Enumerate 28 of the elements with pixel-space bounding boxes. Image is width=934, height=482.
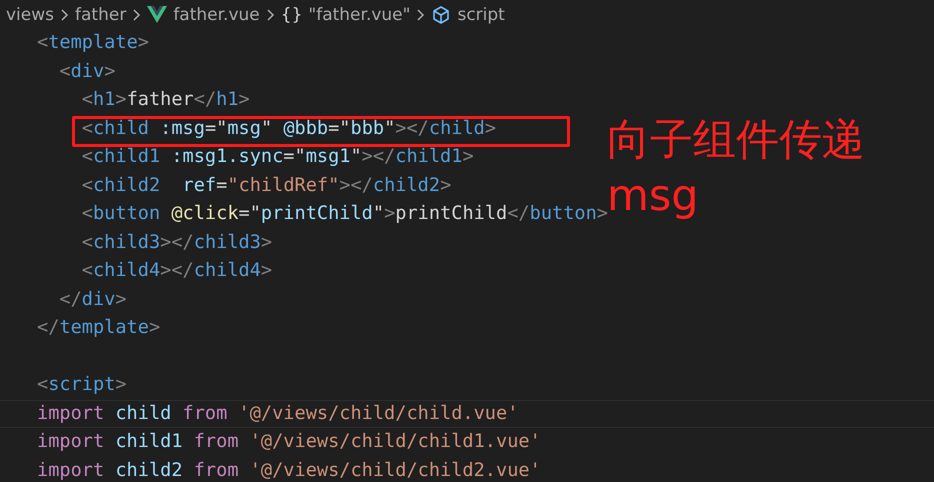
code-line: <button @click="printChild">printChild</button> (80, 203, 608, 224)
breadcrumb-item[interactable]: father.vue (173, 4, 260, 24)
code-line: <child2 ref="childRef"></child2> (80, 174, 452, 196)
code-line: import child from '@/views/child/child.vue' (37, 402, 518, 424)
code-line: import child1 from '@/views/child/child1.vue' (37, 431, 541, 452)
braces-icon: {} (280, 4, 302, 24)
code-line: <h1>father</h1> (80, 89, 250, 110)
breadcrumb-item[interactable]: views (6, 4, 54, 24)
code-line: <child4></child4> (80, 260, 272, 281)
code-line: </div> (58, 288, 127, 310)
code-line: </template> (37, 317, 160, 338)
code-line: <div> (58, 60, 116, 82)
chevron-icon (132, 8, 142, 22)
code-line: <child3></child3> (80, 232, 272, 252)
code-line: <template> (37, 32, 149, 53)
cube-icon (431, 4, 452, 24)
code-line: <child1 :msg1.sync="msg1"></child1> (80, 146, 474, 167)
code-line: <child :msg="msg" @bbb="bbb"></child> (80, 118, 496, 138)
chevron-icon (266, 8, 275, 22)
chevron-icon (416, 8, 426, 22)
breadcrumb-item[interactable]: father (75, 4, 126, 24)
code-line: import child2 from '@/views/child/child2.vue' (37, 460, 541, 480)
annotation-text: 向子组件传递msg (607, 114, 866, 223)
breadcrumb-item[interactable]: script (457, 4, 505, 24)
vue-logo-icon (147, 6, 168, 23)
code-line: <script> (37, 374, 127, 395)
chevron-icon (60, 8, 70, 22)
breadcrumb-item[interactable]: "father.vue" (308, 4, 410, 24)
